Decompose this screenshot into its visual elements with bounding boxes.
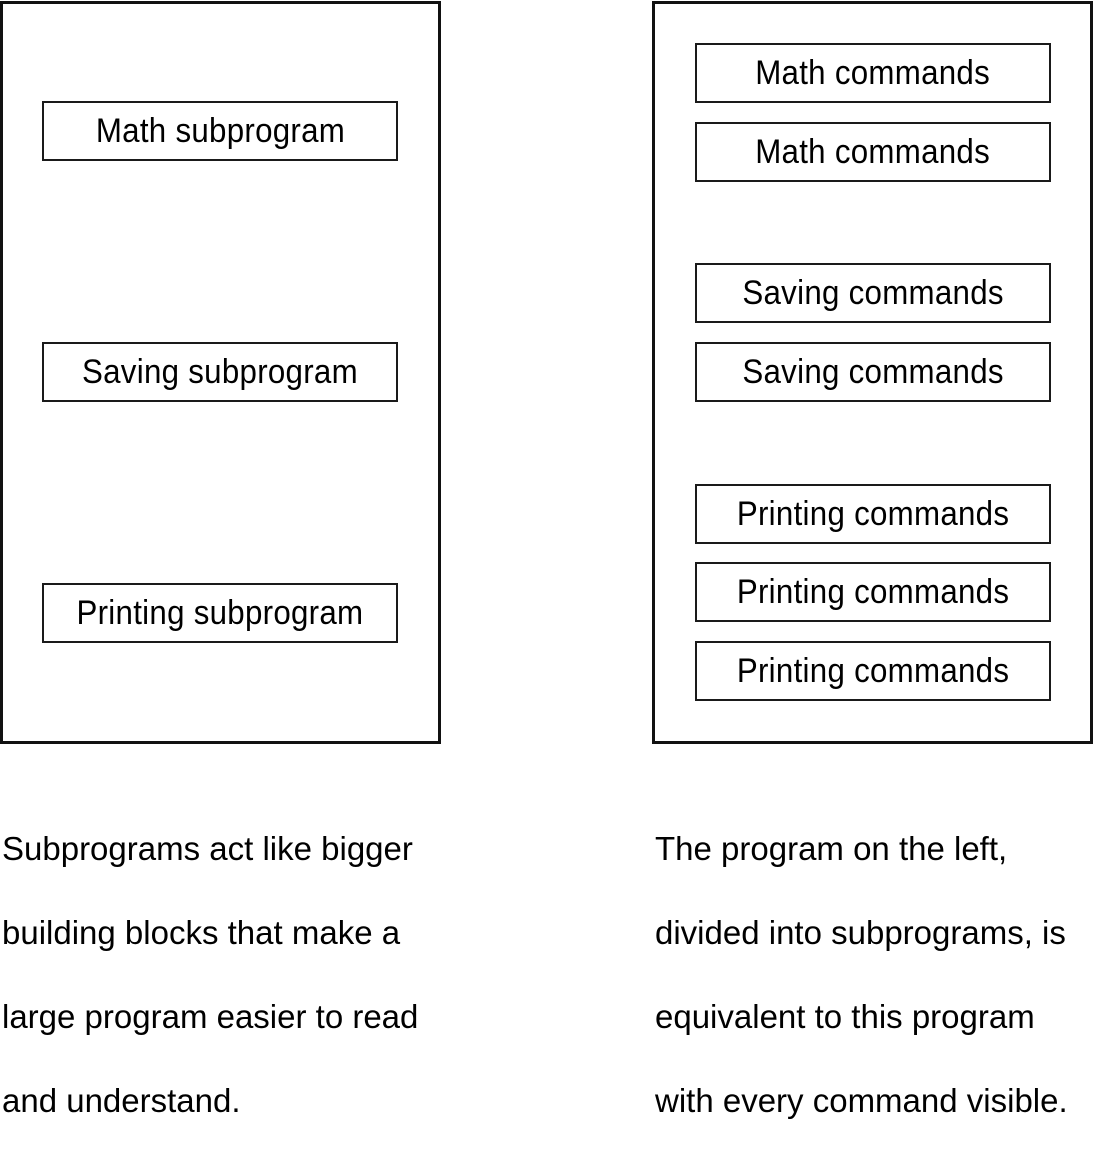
math-commands-block: Math commands	[695, 43, 1051, 103]
left-caption-line: Subprograms act like bigger	[2, 830, 413, 867]
printing-subprogram-label: Printing subprogram	[76, 593, 364, 632]
left-caption: Subprograms act like bigger building blo…	[2, 786, 442, 1164]
printing-commands-block: Printing commands	[695, 641, 1051, 701]
left-caption-line: building blocks that make a	[2, 914, 401, 951]
saving-commands-label: Saving commands	[742, 352, 1004, 391]
right-caption-line: divided into subprograms, is	[655, 914, 1066, 951]
printing-commands-block: Printing commands	[695, 484, 1051, 544]
saving-commands-block: Saving commands	[695, 263, 1051, 323]
right-caption-line: The program on the left,	[655, 830, 1008, 867]
printing-commands-label: Printing commands	[736, 494, 1010, 533]
right-caption: The program on the left, divided into su…	[655, 786, 1094, 1164]
printing-subprogram-block: Printing subprogram	[42, 583, 398, 643]
saving-subprogram-label: Saving subprogram	[82, 352, 358, 391]
math-subprogram-block: Math subprogram	[42, 101, 398, 161]
left-caption-line: and understand.	[2, 1082, 241, 1119]
right-caption-line: equivalent to this program	[655, 998, 1035, 1035]
printing-commands-block: Printing commands	[695, 562, 1051, 622]
math-commands-block: Math commands	[695, 122, 1051, 182]
printing-commands-label: Printing commands	[736, 651, 1010, 690]
saving-commands-block: Saving commands	[695, 342, 1051, 402]
printing-commands-label: Printing commands	[736, 572, 1010, 611]
math-commands-label: Math commands	[755, 132, 991, 171]
saving-subprogram-block: Saving subprogram	[42, 342, 398, 402]
left-caption-line: large program easier to read	[2, 998, 419, 1035]
math-subprogram-label: Math subprogram	[95, 111, 345, 150]
saving-commands-label: Saving commands	[742, 273, 1004, 312]
math-commands-label: Math commands	[755, 53, 991, 92]
right-caption-line: with every command visible.	[655, 1082, 1068, 1119]
